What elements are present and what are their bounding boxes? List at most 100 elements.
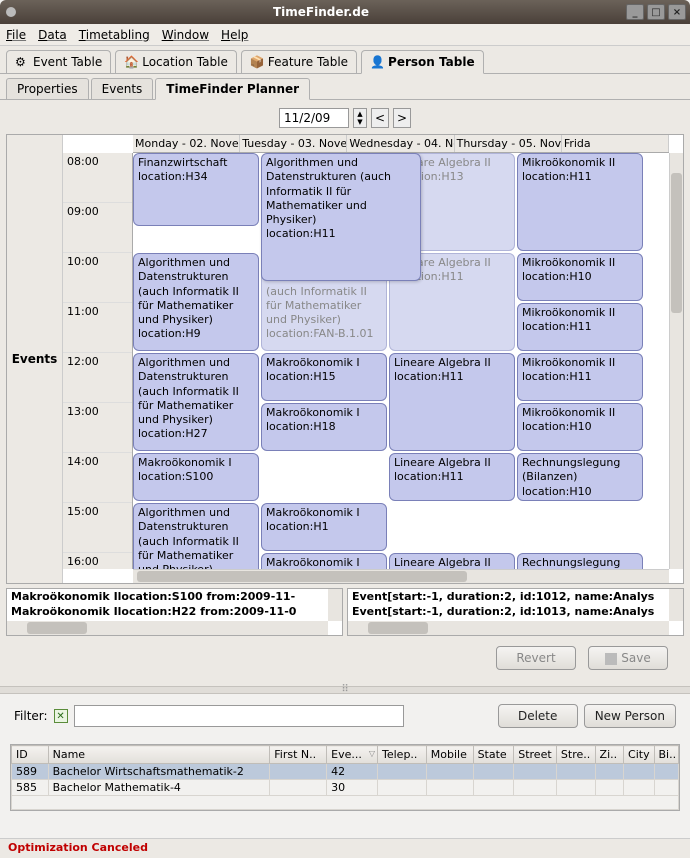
calendar-event[interactable]: Makroökonomik I location:H18 bbox=[261, 403, 387, 451]
subtab-properties[interactable]: Properties bbox=[6, 78, 89, 99]
day-header: Monday - 02. NovemlTuesday - 03. NoverrW… bbox=[133, 135, 669, 153]
calendar-event[interactable]: Algorithmen und Datenstrukturen (auch In… bbox=[133, 353, 259, 451]
close-button[interactable]: × bbox=[668, 4, 686, 20]
calendar-event[interactable]: Lineare Algebra II location:H11 bbox=[389, 453, 515, 501]
tab-location-table[interactable]: 🏠Location Table bbox=[115, 50, 237, 73]
filter-input[interactable] bbox=[74, 705, 404, 727]
view-tabs: ⚙Event Table 🏠Location Table 📦Feature Ta… bbox=[0, 46, 690, 74]
subtab-events[interactable]: Events bbox=[91, 78, 154, 99]
menu-file[interactable]: File bbox=[6, 28, 26, 42]
prev-button[interactable]: < bbox=[371, 108, 389, 128]
column-header[interactable]: Mobile bbox=[426, 746, 473, 764]
column-header[interactable]: ID bbox=[12, 746, 49, 764]
next-button[interactable]: > bbox=[393, 108, 411, 128]
details-left[interactable]: Makroökonomik Ilocation:S100 from:2009-1… bbox=[6, 588, 343, 636]
sub-tabs: Properties Events TimeFinder Planner bbox=[0, 74, 690, 100]
menu-window[interactable]: Window bbox=[162, 28, 209, 42]
filter-row: Filter: ✕ Delete New Person bbox=[0, 694, 690, 738]
tab-person-table[interactable]: 👤Person Table bbox=[361, 50, 484, 74]
calendar-event[interactable]: Mikroökonomik II location:H10 bbox=[517, 403, 643, 451]
calendar-event[interactable]: Rechnungslegung (Bilanzen) location:H10 bbox=[517, 453, 643, 501]
details-right[interactable]: Event[start:-1, duration:2, id:1012, nam… bbox=[347, 588, 684, 636]
vertical-scrollbar[interactable] bbox=[669, 153, 683, 569]
calendar-event[interactable]: Algorithmen und Datenstrukturen (auch In… bbox=[261, 153, 421, 281]
table-row[interactable]: 589Bachelor Wirtschaftsmathematik-242 bbox=[12, 764, 679, 780]
filter-label: Filter: bbox=[14, 709, 48, 723]
column-header[interactable]: Street bbox=[514, 746, 557, 764]
calendar-event[interactable]: Mikroökonomik II location:H11 bbox=[517, 303, 643, 351]
time-cell: 11:00 bbox=[63, 303, 132, 353]
time-cell: 12:00 bbox=[63, 353, 132, 403]
menu-data[interactable]: Data bbox=[38, 28, 67, 42]
time-cell: 15:00 bbox=[63, 503, 132, 553]
column-header[interactable]: City bbox=[624, 746, 655, 764]
day-header-cell: Thursday - 05. Nover bbox=[455, 135, 562, 152]
column-header[interactable]: First N.. bbox=[270, 746, 327, 764]
minimize-button[interactable]: _ bbox=[626, 4, 644, 20]
table-header-row[interactable]: IDNameFirst N..Eve...Telep..MobileStateS… bbox=[12, 746, 679, 764]
day-header-cell: Tuesday - 03. Noverr bbox=[240, 135, 347, 152]
day-header-cell: Monday - 02. Noveml bbox=[133, 135, 240, 152]
box-icon: 📦 bbox=[250, 55, 264, 69]
table-row[interactable] bbox=[12, 796, 679, 810]
time-cell: 09:00 bbox=[63, 203, 132, 253]
day-header-cell: Frida bbox=[562, 135, 669, 152]
calendar-event[interactable]: Mikroökonomik II location:H10 bbox=[517, 253, 643, 301]
details-row: Makroökonomik Ilocation:S100 from:2009-1… bbox=[6, 588, 684, 636]
calendar-event[interactable]: Makroökonomik I location:S100 bbox=[133, 453, 259, 501]
column-header[interactable]: Zi.. bbox=[595, 746, 623, 764]
time-cell: 13:00 bbox=[63, 403, 132, 453]
column-header[interactable]: State bbox=[473, 746, 514, 764]
status-bar: Optimization Canceled bbox=[0, 838, 690, 858]
date-spinner[interactable]: ▲▼ bbox=[353, 108, 367, 128]
calendar-event[interactable]: Algorithmen und Datenstrukturen (auch In… bbox=[133, 253, 259, 351]
calendar-event[interactable]: Mikroökonomik II location:H11 bbox=[517, 153, 643, 251]
time-column: 08:0009:0010:0011:0012:0013:0014:0015:00… bbox=[63, 153, 133, 569]
time-cell: 14:00 bbox=[63, 453, 132, 503]
menu-help[interactable]: Help bbox=[221, 28, 248, 42]
app-menu-dot[interactable] bbox=[6, 7, 16, 17]
clear-filter-icon[interactable]: ✕ bbox=[54, 709, 68, 723]
calendar-event[interactable]: Makroökonomik I location:H15 bbox=[261, 353, 387, 401]
action-row: Revert Save bbox=[6, 636, 684, 680]
tab-feature-table[interactable]: 📦Feature Table bbox=[241, 50, 357, 73]
column-header[interactable]: Stre.. bbox=[556, 746, 595, 764]
events-label: Events bbox=[7, 135, 63, 583]
calendar-event[interactable]: Lineare Algebra II location:H11 bbox=[389, 353, 515, 451]
split-divider[interactable] bbox=[0, 686, 690, 694]
subtab-planner[interactable]: TimeFinder Planner bbox=[155, 78, 310, 100]
gear-icon: ⚙ bbox=[15, 55, 29, 69]
menu-bar: File Data Timetabling Window Help bbox=[0, 24, 690, 46]
delete-button[interactable]: Delete bbox=[498, 704, 578, 728]
house-icon: 🏠 bbox=[124, 55, 138, 69]
disk-icon bbox=[605, 653, 617, 665]
date-controls: ▲▼ < > bbox=[6, 106, 684, 130]
table-row[interactable]: 585Bachelor Mathematik-430 bbox=[12, 780, 679, 796]
new-person-button[interactable]: New Person bbox=[584, 704, 676, 728]
calendar-event[interactable]: Finanzwirtschaft location:H34 bbox=[133, 153, 259, 226]
calendar-event[interactable]: Mikroökonomik II location:H11 bbox=[517, 353, 643, 401]
window-title: TimeFinder.de bbox=[16, 5, 626, 19]
person-table[interactable]: IDNameFirst N..Eve...Telep..MobileStateS… bbox=[10, 744, 680, 811]
person-icon: 👤 bbox=[370, 55, 384, 69]
tab-event-table[interactable]: ⚙Event Table bbox=[6, 50, 111, 73]
column-header[interactable]: Name bbox=[48, 746, 270, 764]
calendar-event[interactable]: Makroökonomik I location:H1 bbox=[261, 503, 387, 551]
planner-panel: ▲▼ < > Events Monday - 02. NovemlTuesday… bbox=[0, 100, 690, 686]
time-cell: 16:00 bbox=[63, 553, 132, 583]
calendar-cells[interactable]: Finanzwirtschaft location:H34Algorithmen… bbox=[133, 153, 669, 569]
time-cell: 08:00 bbox=[63, 153, 132, 203]
save-button[interactable]: Save bbox=[588, 646, 668, 670]
column-header[interactable]: Telep.. bbox=[378, 746, 427, 764]
column-header[interactable]: Eve... bbox=[327, 746, 378, 764]
column-header[interactable]: Bi.. bbox=[654, 746, 678, 764]
menu-timetabling[interactable]: Timetabling bbox=[79, 28, 150, 42]
date-input[interactable] bbox=[279, 108, 349, 128]
window-buttons: _ □ × bbox=[626, 4, 690, 20]
revert-button[interactable]: Revert bbox=[496, 646, 576, 670]
day-header-cell: Wednesday - 04. Nov bbox=[347, 135, 454, 152]
title-bar: TimeFinder.de _ □ × bbox=[0, 0, 690, 24]
maximize-button[interactable]: □ bbox=[647, 4, 665, 20]
planner-grid: Events Monday - 02. NovemlTuesday - 03. … bbox=[6, 134, 684, 584]
horizontal-scrollbar[interactable] bbox=[133, 569, 669, 583]
